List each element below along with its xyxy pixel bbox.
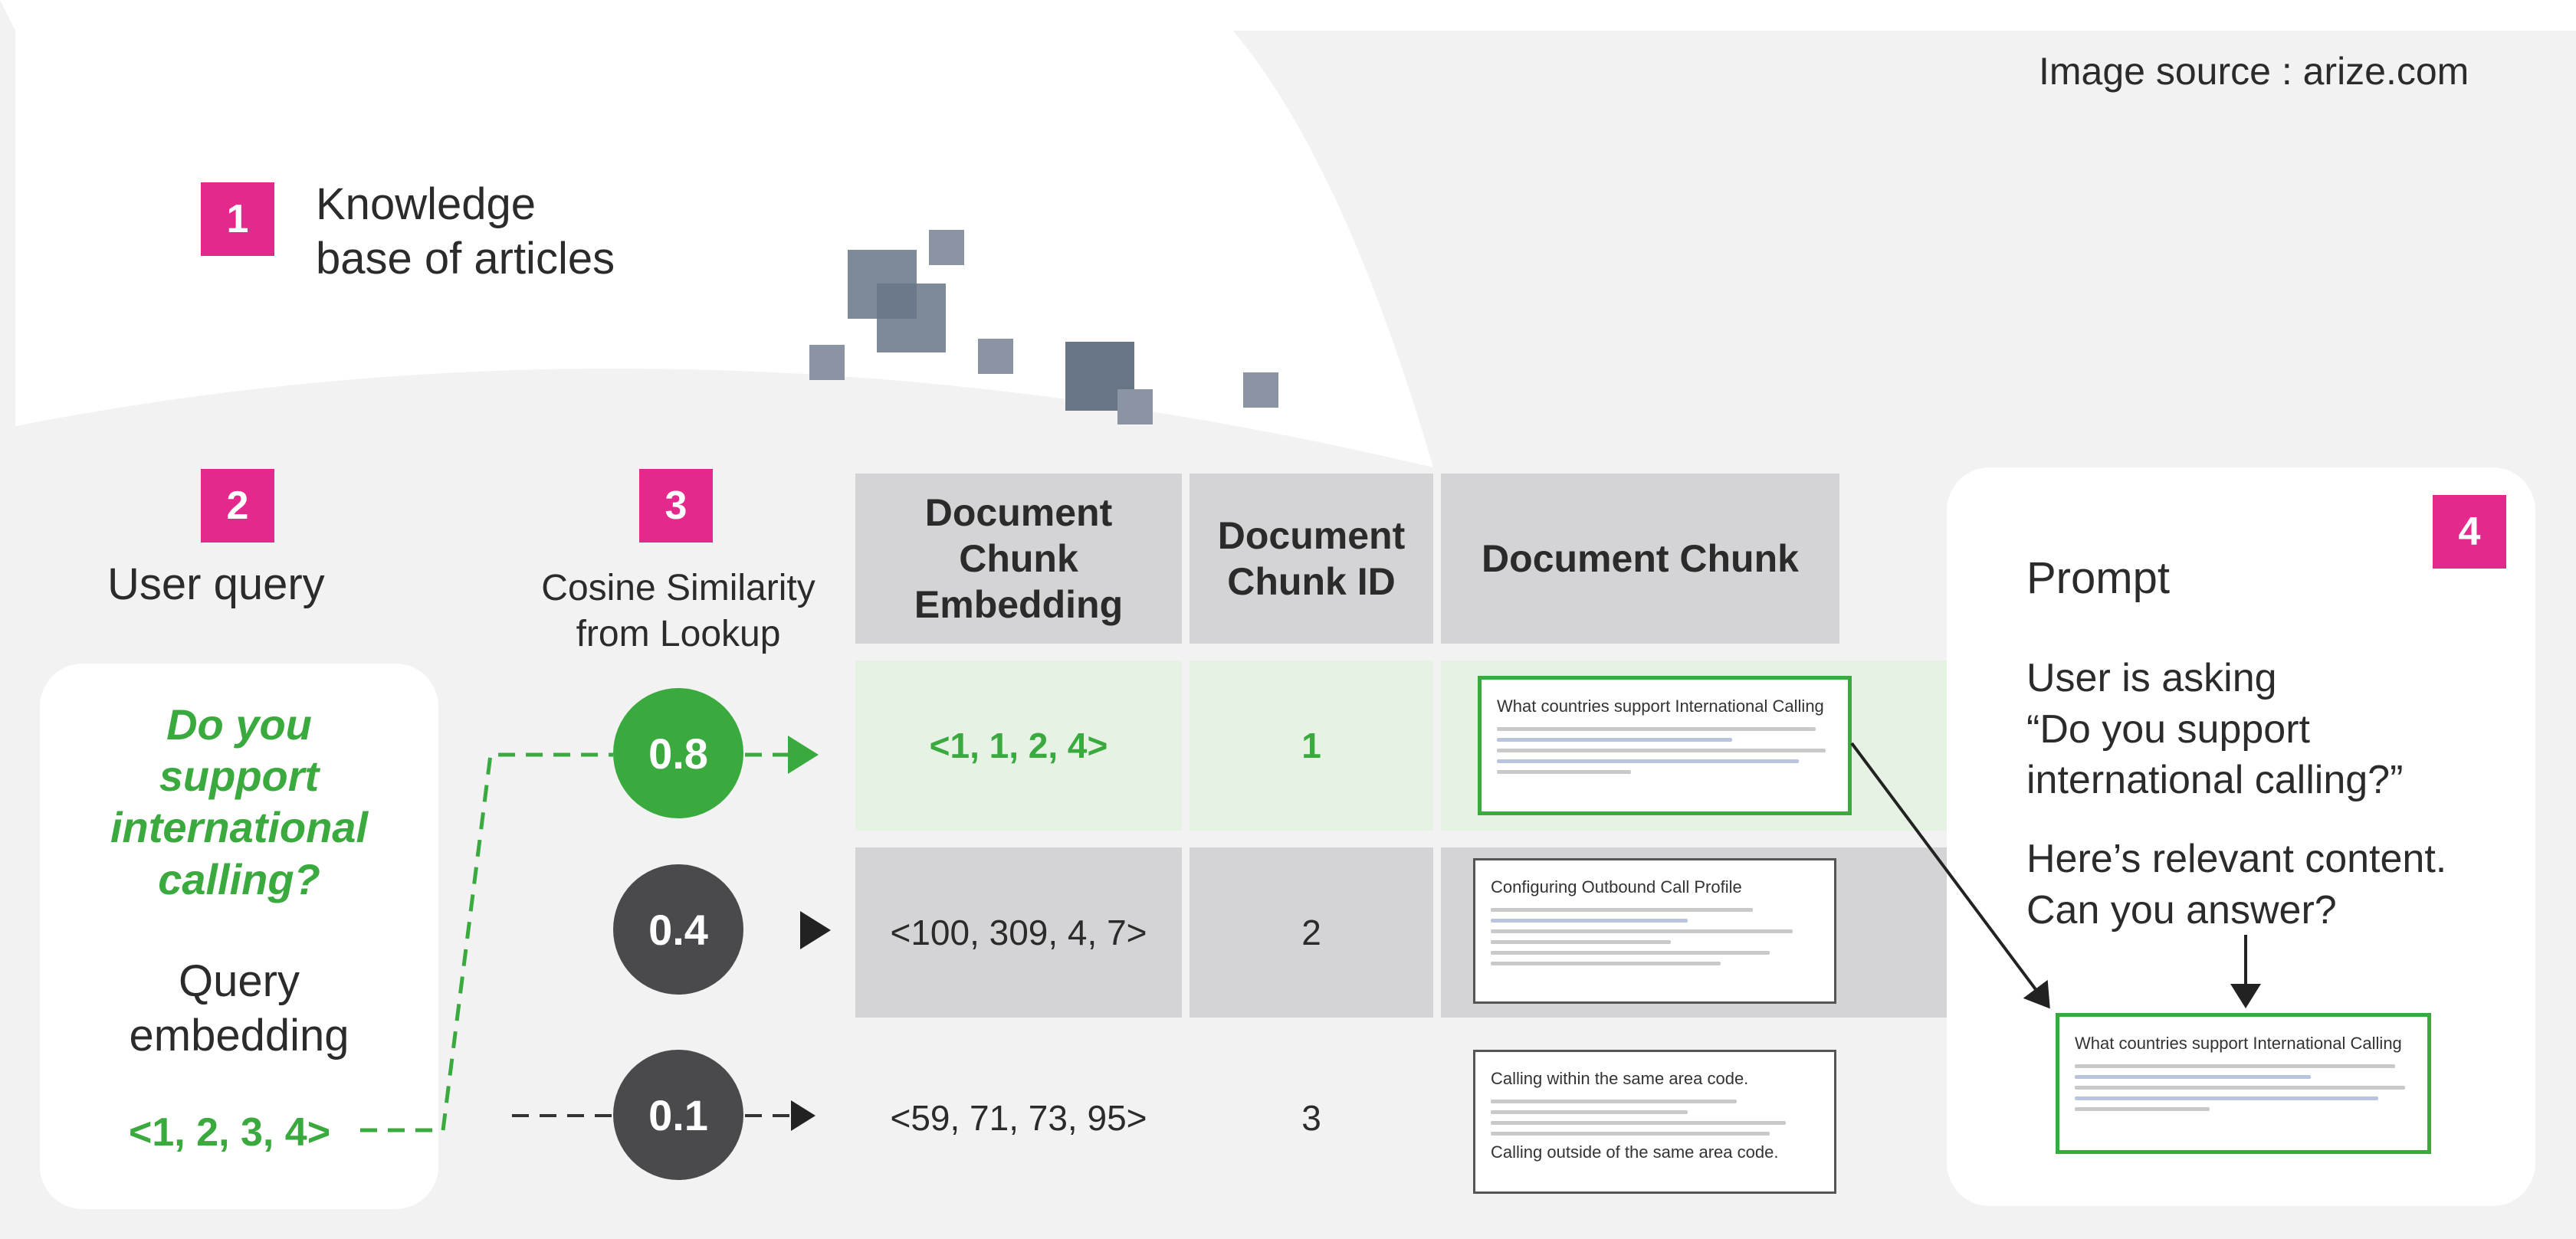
query-to-0.8-dashed-arrow [360,752,613,1132]
doc-to-prompt-arrow [1850,742,2050,1009]
diagram-canvas: Image source : arize.com 1 Knowledge bas… [0,0,2576,1239]
connector-arrows [360,736,2261,1132]
